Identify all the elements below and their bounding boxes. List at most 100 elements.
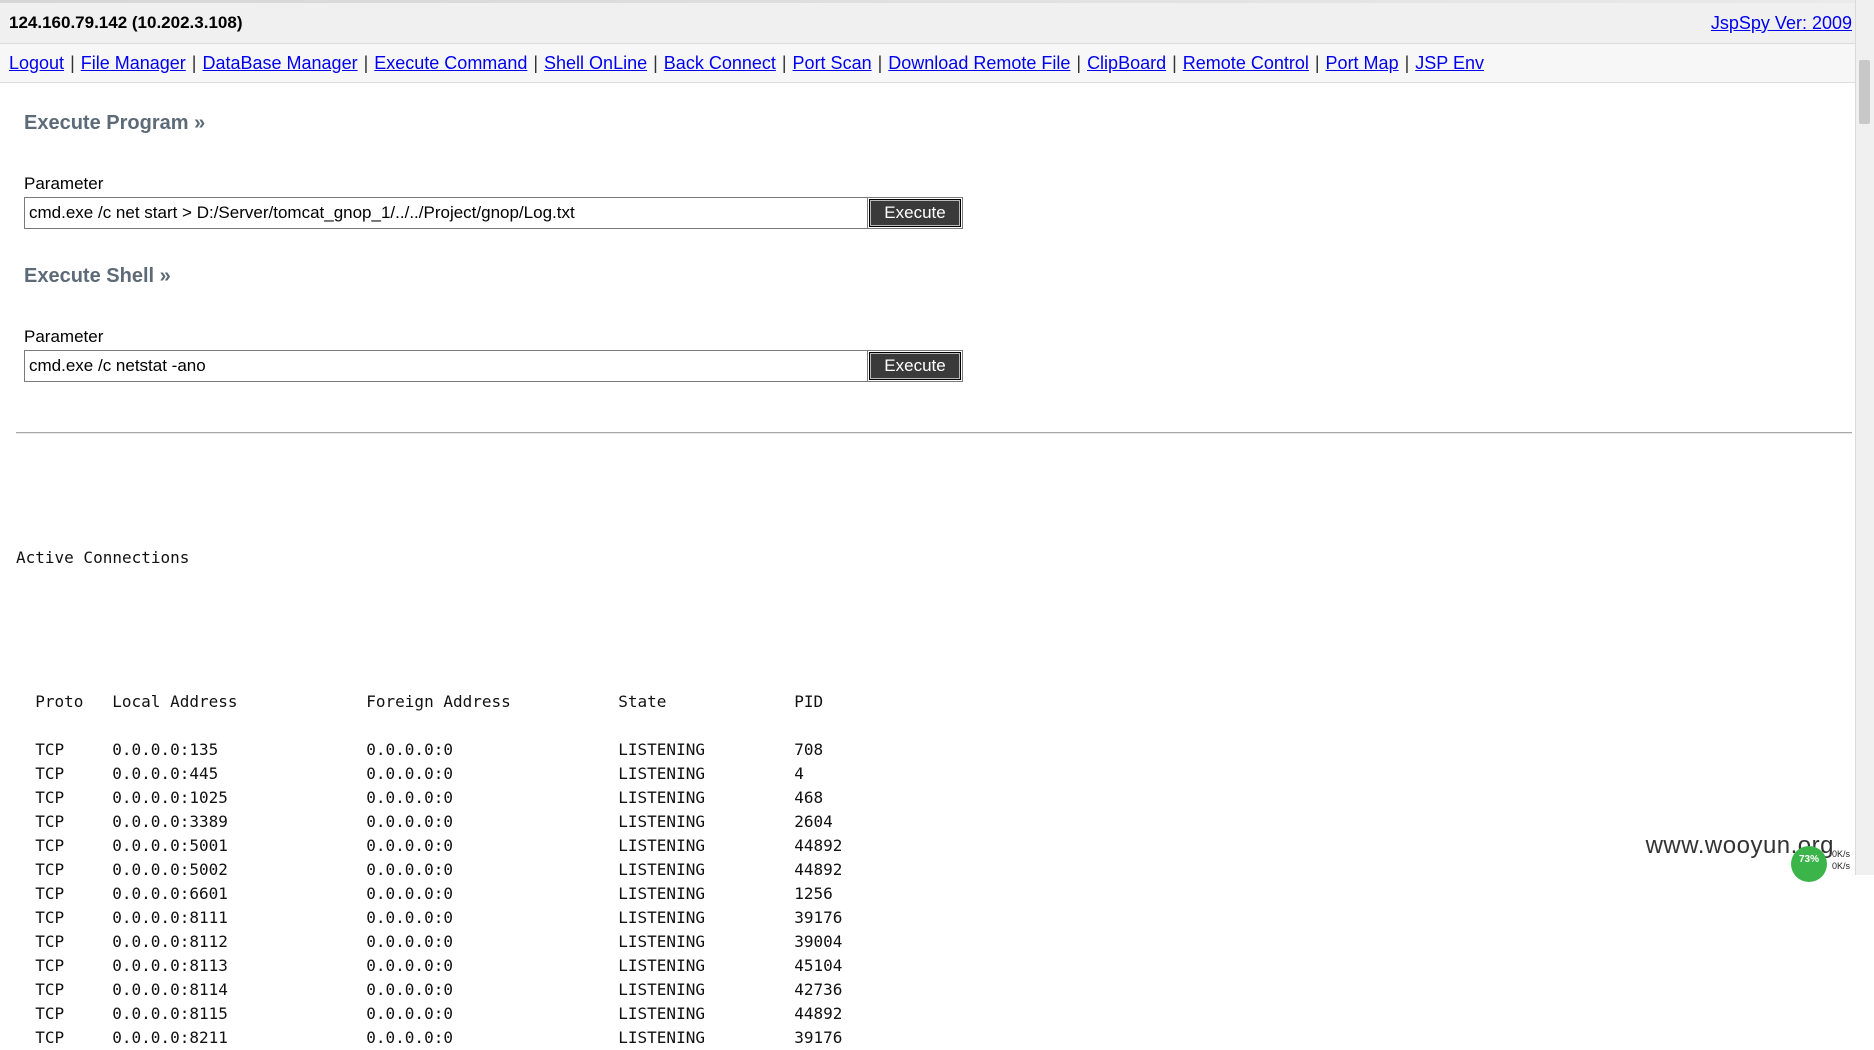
connection-row: TCP 0.0.0.0:8111 0.0.0.0:0 LISTENING 39176 — [16, 906, 874, 930]
cell-local-address: 0.0.0.0:8114 — [112, 980, 228, 999]
shell-parameter-input[interactable] — [25, 351, 868, 381]
nav-link-jsp-env[interactable]: JSP Env — [1415, 53, 1484, 73]
nav-separator: | — [1314, 53, 1320, 73]
cell-foreign-address: 0.0.0.0:0 — [366, 908, 453, 927]
command-output: Active Connections Proto Local Address For… — [16, 498, 874, 1050]
cell-local-address: 0.0.0.0:8211 — [112, 1028, 228, 1047]
connection-row: TCP 0.0.0.0:135 0.0.0.0:0 LISTENING 708 — [16, 738, 874, 762]
cell-foreign-address: 0.0.0.0:0 — [366, 884, 453, 903]
cell-state: LISTENING — [618, 812, 705, 831]
nav-link-clipboard[interactable]: ClipBoard — [1087, 53, 1166, 73]
cell-state: LISTENING — [618, 1028, 705, 1047]
cell-foreign-address: 0.0.0.0:0 — [366, 740, 453, 759]
cell-pid: 44892 — [794, 860, 843, 879]
cell-foreign-address: 0.0.0.0:0 — [366, 956, 453, 975]
cell-local-address: 0.0.0.0:5002 — [112, 860, 228, 879]
shell-parameter-field: Execute — [24, 350, 963, 382]
cell-proto: TCP — [35, 1028, 65, 1047]
connection-row: TCP 0.0.0.0:6601 0.0.0.0:0 LISTENING 1256 — [16, 882, 874, 906]
scrollbar-thumb[interactable] — [1859, 60, 1870, 124]
column-header-proto: Proto — [35, 692, 84, 711]
host-address: 124.160.79.142 (10.202.3.108) — [9, 13, 243, 32]
nav-link-port-scan[interactable]: Port Scan — [793, 53, 872, 73]
cell-foreign-address: 0.0.0.0:0 — [366, 932, 453, 951]
cell-state: LISTENING — [618, 932, 705, 951]
nav-separator: | — [1172, 53, 1177, 73]
cell-foreign-address: 0.0.0.0:0 — [366, 836, 453, 855]
column-header-state: State — [618, 692, 667, 711]
cell-state: LISTENING — [618, 908, 705, 927]
execute-program-button[interactable]: Execute — [869, 199, 961, 227]
cell-foreign-address: 0.0.0.0:0 — [366, 764, 453, 783]
cell-pid: 44892 — [794, 836, 843, 855]
nav-link-logout[interactable]: Logout — [9, 53, 64, 73]
version-link[interactable]: JspSpy Ver: 2009 — [1711, 13, 1852, 34]
cell-pid: 2604 — [794, 812, 833, 831]
cell-local-address: 0.0.0.0:445 — [112, 764, 219, 783]
nav-link-file-manager[interactable]: File Manager — [81, 53, 186, 73]
cell-proto: TCP — [35, 908, 65, 927]
cell-state: LISTENING — [618, 836, 705, 855]
nav-link-remote-control[interactable]: Remote Control — [1183, 53, 1309, 73]
output-blank-line — [16, 618, 874, 642]
cell-local-address: 0.0.0.0:8111 — [112, 908, 228, 927]
cell-local-address: 0.0.0.0:8113 — [112, 956, 228, 975]
cell-local-address: 0.0.0.0:8115 — [112, 1004, 228, 1023]
connection-row: TCP 0.0.0.0:445 0.0.0.0:0 LISTENING 4 — [16, 762, 874, 786]
nav-separator: | — [1404, 53, 1410, 73]
connection-row: TCP 0.0.0.0:8211 0.0.0.0:0 LISTENING 39176 — [16, 1026, 874, 1050]
vertical-scrollbar[interactable] — [1855, 0, 1874, 875]
column-header-local-address: Local Address — [112, 692, 238, 711]
execute-shell-title: Execute Shell » — [24, 265, 171, 287]
connection-row: TCP 0.0.0.0:1025 0.0.0.0:0 LISTENING 468 — [16, 786, 874, 810]
cell-pid: 708 — [794, 740, 824, 759]
nav-separator: | — [363, 53, 369, 73]
cell-foreign-address: 0.0.0.0:0 — [366, 980, 453, 999]
program-parameter-input[interactable] — [25, 198, 868, 228]
nav-separator: | — [191, 53, 197, 73]
nav-link-execute-command[interactable]: Execute Command — [374, 53, 527, 73]
nav-separator: | — [70, 53, 75, 73]
column-header-foreign-address: Foreign Address — [366, 692, 511, 711]
execute-program-title: Execute Program » — [24, 112, 206, 134]
cell-state: LISTENING — [618, 740, 705, 759]
cell-proto: TCP — [35, 788, 65, 807]
connection-row: TCP 0.0.0.0:8114 0.0.0.0:0 LISTENING 42736 — [16, 978, 874, 1002]
cell-foreign-address: 0.0.0.0:0 — [366, 1004, 453, 1023]
cell-foreign-address: 0.0.0.0:0 — [366, 1028, 453, 1047]
nav-link-shell-online[interactable]: Shell OnLine — [544, 53, 647, 73]
cell-pid: 44892 — [794, 1004, 843, 1023]
output-heading: Active Connections — [16, 548, 190, 567]
cell-local-address: 0.0.0.0:135 — [112, 740, 219, 759]
network-meter-badge: 73% — [1791, 846, 1827, 882]
connection-row: TCP 0.0.0.0:8115 0.0.0.0:0 LISTENING 44892 — [16, 1002, 874, 1026]
connection-row: TCP 0.0.0.0:8112 0.0.0.0:0 LISTENING 39004 — [16, 930, 874, 954]
cell-state: LISTENING — [618, 884, 705, 903]
connection-row: TCP 0.0.0.0:3389 0.0.0.0:0 LISTENING 2604 — [16, 810, 874, 834]
nav-link-back-connect[interactable]: Back Connect — [664, 53, 776, 73]
upload-rate: 0K/s — [1832, 849, 1851, 859]
cell-proto: TCP — [35, 884, 65, 903]
nav-link-download-remote-file[interactable]: Download Remote File — [888, 53, 1070, 73]
nav-link-port-map[interactable]: Port Map — [1326, 53, 1399, 73]
cell-pid: 42736 — [794, 980, 843, 999]
connection-row: TCP 0.0.0.0:8113 0.0.0.0:0 LISTENING 45104 — [16, 954, 874, 978]
cell-proto: TCP — [35, 860, 65, 879]
cell-proto: TCP — [35, 764, 65, 783]
cell-state: LISTENING — [618, 788, 705, 807]
execute-shell-button[interactable]: Execute — [869, 352, 961, 380]
program-parameter-label: Parameter — [24, 174, 104, 193]
cell-local-address: 0.0.0.0:5001 — [112, 836, 228, 855]
nav-separator: | — [781, 53, 787, 73]
cell-foreign-address: 0.0.0.0:0 — [366, 812, 453, 831]
nav-link-database-manager[interactable]: DataBase Manager — [202, 53, 357, 73]
cell-pid: 39176 — [794, 1028, 843, 1047]
cell-proto: TCP — [35, 740, 65, 759]
cell-pid: 39176 — [794, 908, 843, 927]
cell-proto: TCP — [35, 956, 65, 975]
connection-row: TCP 0.0.0.0:5002 0.0.0.0:0 LISTENING 44892 — [16, 858, 874, 882]
cell-state: LISTENING — [618, 764, 705, 783]
cell-pid: 39004 — [794, 932, 843, 951]
cell-foreign-address: 0.0.0.0:0 — [366, 860, 453, 879]
nav-separator: | — [653, 53, 658, 73]
